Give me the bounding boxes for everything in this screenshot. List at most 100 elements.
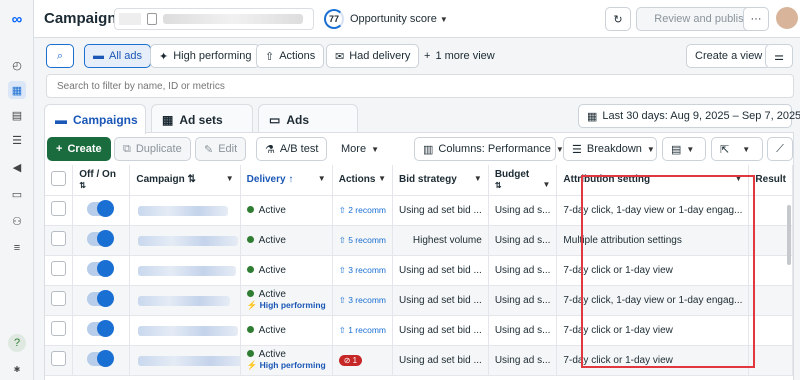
opportunity-score-label[interactable]: Opportunity score ▼ xyxy=(350,13,448,25)
campaign-name-cell[interactable] xyxy=(129,315,241,346)
breakdown-dropdown[interactable]: ☰ Breakdown ▼ xyxy=(563,137,657,161)
bid-strategy-cell: Using ad set bid ... xyxy=(392,315,489,346)
pages-icon[interactable]: ▤ xyxy=(8,106,26,124)
more-view-button[interactable]: +1 more view xyxy=(416,44,503,68)
columns-dropdown[interactable]: ▥ Columns: Performance ▼ xyxy=(414,137,564,161)
campaign-toggle[interactable] xyxy=(87,229,115,247)
search-icon: ⌕ xyxy=(56,49,64,62)
more-options-button[interactable]: ··· xyxy=(743,7,769,31)
help-icon[interactable]: ? xyxy=(8,334,26,352)
left-nav-rail: ∞ ◴ ▦ ▤ ☰ ◀ ▭ ⚇ ≡ ? ✱ xyxy=(0,0,34,380)
campaign-toggle[interactable] xyxy=(87,259,115,277)
budget-cell: Using ad s... xyxy=(488,225,558,256)
campaign-name-cell[interactable] xyxy=(129,285,241,316)
tab-ad-sets[interactable]: ▦ Ad sets xyxy=(151,104,253,134)
chart-button[interactable]: ⟋ xyxy=(767,137,793,161)
toggle-cell xyxy=(72,345,131,376)
settings-sliders-button[interactable]: ⚌ xyxy=(765,44,793,68)
campaign-toggle[interactable] xyxy=(87,199,115,217)
row-checkbox[interactable] xyxy=(51,261,66,276)
export-dropdown[interactable]: ⇱ ▼ xyxy=(711,137,763,161)
row-checkbox[interactable] xyxy=(51,231,66,246)
toggle-cell xyxy=(72,285,131,316)
ab-test-button[interactable]: ⚗ A/B test xyxy=(256,137,328,161)
menu-icon[interactable]: ≡ xyxy=(8,239,26,257)
campaign-name-cell[interactable] xyxy=(129,255,241,286)
recommendations-link[interactable]: ⇧ 1 recomm xyxy=(339,325,386,335)
audience-icon[interactable]: ☰ xyxy=(8,131,26,149)
megaphone-icon[interactable]: ◀ xyxy=(8,158,26,176)
actions-cell[interactable]: ⇧ 1 recomm xyxy=(332,315,394,346)
campaign-toggle[interactable] xyxy=(87,289,115,307)
account-icon xyxy=(147,13,157,25)
delivery-cell: Active xyxy=(240,315,333,346)
filter-search-input[interactable] xyxy=(47,75,793,97)
avatar[interactable] xyxy=(776,7,798,29)
opportunity-score-gauge[interactable]: 77 xyxy=(324,9,344,29)
view-actions[interactable]: ⇧ Actions xyxy=(256,44,325,68)
view-had-delivery[interactable]: ✉ Had delivery xyxy=(326,44,420,68)
budget-cell: Using ad s... xyxy=(488,285,558,316)
recommendations-link[interactable]: ⇧ 3 recomm xyxy=(339,265,386,275)
vertical-scrollbar[interactable] xyxy=(787,205,791,265)
header-actions[interactable]: Actions ▼ xyxy=(332,165,394,196)
row-checkbox[interactable] xyxy=(51,201,66,216)
header-results[interactable]: Result xyxy=(748,165,793,196)
columns-icon: ▥ xyxy=(423,143,434,156)
row-checkbox[interactable] xyxy=(51,291,66,306)
people-icon[interactable]: ⚇ xyxy=(8,212,26,230)
view-all-ads[interactable]: ▬ All ads xyxy=(84,44,152,68)
view-high-performing[interactable]: ✦ High performing xyxy=(150,44,261,68)
actions-cell[interactable]: ⇧ 2 recomm xyxy=(332,195,394,226)
edit-button[interactable]: ✎ Edit xyxy=(195,137,247,161)
flask-icon: ⚗ xyxy=(265,143,275,156)
billing-icon[interactable]: ▭ xyxy=(8,185,26,203)
campaign-toggle[interactable] xyxy=(87,349,115,367)
refresh-button[interactable]: ↻ xyxy=(605,7,631,31)
header-budget[interactable]: Budget ⇅ ▼ xyxy=(488,165,558,196)
actions-cell[interactable]: ⇧ 5 recomm xyxy=(332,225,394,256)
date-range-picker[interactable]: ▦ Last 30 days: Aug 9, 2025 – Sep 7, 2025… xyxy=(578,104,800,128)
recommendations-link[interactable]: ⇧ 2 recomm xyxy=(339,205,386,215)
create-view-button[interactable]: Create a view xyxy=(686,44,772,68)
campaign-name-cell[interactable] xyxy=(129,225,241,256)
header-campaign[interactable]: Campaign ⇅ ▼ xyxy=(129,165,241,196)
recommendations-link[interactable]: ⇧ 5 recomm xyxy=(339,235,386,245)
duplicate-button[interactable]: ⧉ Duplicate xyxy=(114,137,191,161)
campaigns-table-icon[interactable]: ▦ xyxy=(8,81,26,99)
actions-cell[interactable]: ⇧ 3 recomm xyxy=(332,285,394,316)
header-delivery[interactable]: Delivery ↑ ▼ xyxy=(240,165,333,196)
dashboard-icon[interactable]: ◴ xyxy=(8,56,26,74)
create-button[interactable]: + Create xyxy=(47,137,111,161)
select-all-checkbox[interactable] xyxy=(51,170,66,186)
campaign-toggle[interactable] xyxy=(87,319,115,337)
row-select-cell xyxy=(45,285,74,316)
row-checkbox[interactable] xyxy=(51,351,66,366)
delivery-cell: Active ⚡ High performing xyxy=(240,285,333,316)
campaign-name-redacted xyxy=(138,325,239,336)
header-off-on[interactable]: Off / On ⇅ xyxy=(72,165,131,196)
campaign-name-redacted xyxy=(138,235,239,246)
tab-ads[interactable]: ▭ Ads xyxy=(258,104,358,134)
account-selector[interactable] xyxy=(114,8,314,30)
search-button[interactable]: ⌕ xyxy=(46,44,74,68)
attribution-highlight-box xyxy=(581,175,755,368)
delivery-cell: Active xyxy=(240,225,333,256)
actions-cell[interactable]: ⇧ 3 recomm xyxy=(332,255,394,286)
campaign-name-cell[interactable] xyxy=(129,345,241,376)
bug-icon[interactable]: ✱ xyxy=(8,360,26,378)
actions-cell[interactable]: ⊘ 1 xyxy=(332,345,394,376)
status-dot xyxy=(246,205,254,213)
meta-logo-icon[interactable]: ∞ xyxy=(8,10,26,28)
export-icon: ⇱ xyxy=(720,143,730,156)
tab-campaigns[interactable]: ▬ Campaigns xyxy=(44,104,146,134)
recommendations-link[interactable]: ⇧ 3 recomm xyxy=(339,295,386,305)
filter-search-field[interactable] xyxy=(46,74,794,98)
more-menu-button[interactable]: More ▼ xyxy=(333,137,387,161)
row-select-cell xyxy=(45,315,74,346)
alert-badge[interactable]: ⊘ 1 xyxy=(338,354,363,366)
header-bid-strategy[interactable]: Bid strategy ▼ xyxy=(392,165,489,196)
campaign-name-cell[interactable] xyxy=(129,195,241,226)
reports-dropdown[interactable]: ▤ ▼ xyxy=(662,137,706,161)
row-checkbox[interactable] xyxy=(51,321,66,336)
